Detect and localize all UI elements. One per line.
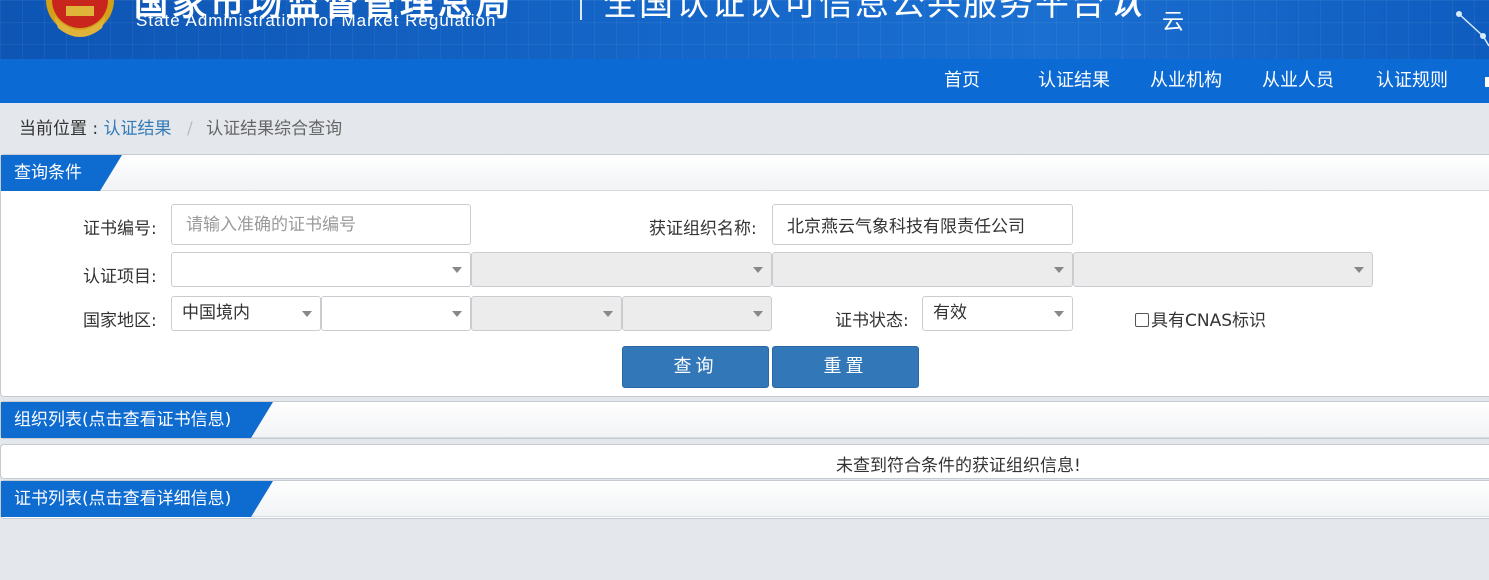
chevron-down-icon	[1354, 267, 1364, 273]
project-select-1[interactable]	[171, 252, 471, 287]
nav-item-institutions[interactable]: 从业机构	[1150, 59, 1222, 103]
chevron-down-icon	[452, 267, 462, 273]
project-select-2[interactable]	[471, 252, 772, 287]
chevron-down-icon	[603, 311, 613, 317]
breadcrumb-separator: /	[186, 119, 193, 139]
org-name-input[interactable]	[772, 204, 1073, 245]
chevron-down-icon	[302, 311, 312, 317]
cert-list-title: 证书列表(点击查看详细信息)	[1, 481, 273, 517]
banner-divider	[580, 0, 582, 20]
status-select-value: 有效	[933, 303, 967, 323]
org-list-panel-header: 组织列表(点击查看证书信息)	[1, 402, 1489, 438]
org-name-label: 获证组织名称:	[649, 219, 757, 239]
org-list-panel: 组织列表(点击查看证书信息)	[0, 401, 1489, 439]
cert-list-panel: 证书列表(点击查看详细信息)	[0, 480, 1489, 519]
region-select-1[interactable]: 中国境内	[171, 296, 321, 331]
region-select-4[interactable]	[622, 296, 772, 331]
nav-item-personnel[interactable]: 从业人员	[1262, 59, 1334, 103]
national-emblem-icon	[46, 0, 114, 37]
region-select-2[interactable]	[321, 296, 471, 331]
site-banner: 国家市场监督管理总局 State Administration for Mark…	[0, 0, 1489, 59]
nav-item-cert-rules[interactable]: 认证规则	[1376, 59, 1448, 103]
cert-no-input[interactable]	[171, 204, 471, 245]
org-list-empty-message: 未查到符合条件的获证组织信息!	[836, 456, 1081, 476]
platform-logo-sub: 云	[1162, 10, 1185, 35]
cert-no-label: 证书编号:	[83, 219, 157, 239]
breadcrumb-label: 当前位置 :	[19, 119, 99, 139]
cert-list-panel-header: 证书列表(点击查看详细信息)	[1, 481, 1489, 517]
nav-item-home[interactable]: 首页	[944, 59, 980, 103]
platform-logo: 认	[1110, 0, 1143, 22]
breadcrumb: 当前位置 : 认证结果 / 认证结果综合查询	[19, 114, 342, 139]
chevron-down-icon	[753, 267, 763, 273]
project-select-3[interactable]	[772, 252, 1073, 287]
breadcrumb-link-cert-results[interactable]: 认证结果	[104, 119, 172, 139]
org-list-body: 未查到符合条件的获证组织信息!	[0, 444, 1489, 479]
platform-title: 全国认证认可信息公共服务平台	[603, 0, 1107, 24]
region-select-3[interactable]	[471, 296, 622, 331]
network-decoration-icon	[1456, 11, 1489, 47]
region-label: 国家地区:	[83, 311, 157, 331]
chevron-down-icon	[1054, 311, 1064, 317]
query-panel-header: 查询条件	[1, 155, 1489, 191]
chevron-down-icon	[753, 311, 763, 317]
cnas-checkbox-label: 具有CNAS标识	[1151, 311, 1267, 331]
chevron-down-icon	[452, 311, 462, 317]
status-label: 证书状态:	[835, 311, 909, 331]
main-nav: 首页 认证结果 从业机构 从业人员 认证规则	[0, 59, 1489, 103]
chevron-down-icon	[1054, 267, 1064, 273]
reset-button[interactable]: 重置	[772, 346, 919, 388]
region-select-1-value: 中国境内	[182, 303, 250, 323]
cnas-checkbox[interactable]	[1135, 313, 1149, 327]
nav-overflow-item[interactable]	[1485, 77, 1489, 87]
project-select-4[interactable]	[1073, 252, 1373, 287]
cnas-checkbox-wrap[interactable]: 具有CNAS标识	[1135, 306, 1266, 331]
org-list-title: 组织列表(点击查看证书信息)	[1, 402, 273, 438]
status-select[interactable]: 有效	[922, 296, 1073, 331]
breadcrumb-current: 认证结果综合查询	[206, 119, 343, 139]
agency-name-en: State Administration for Market Regulati…	[136, 11, 497, 30]
project-label: 认证项目:	[83, 267, 157, 287]
nav-item-cert-results[interactable]: 认证结果	[1038, 59, 1110, 103]
search-button[interactable]: 查询	[622, 346, 769, 388]
query-panel-title: 查询条件	[1, 155, 122, 191]
